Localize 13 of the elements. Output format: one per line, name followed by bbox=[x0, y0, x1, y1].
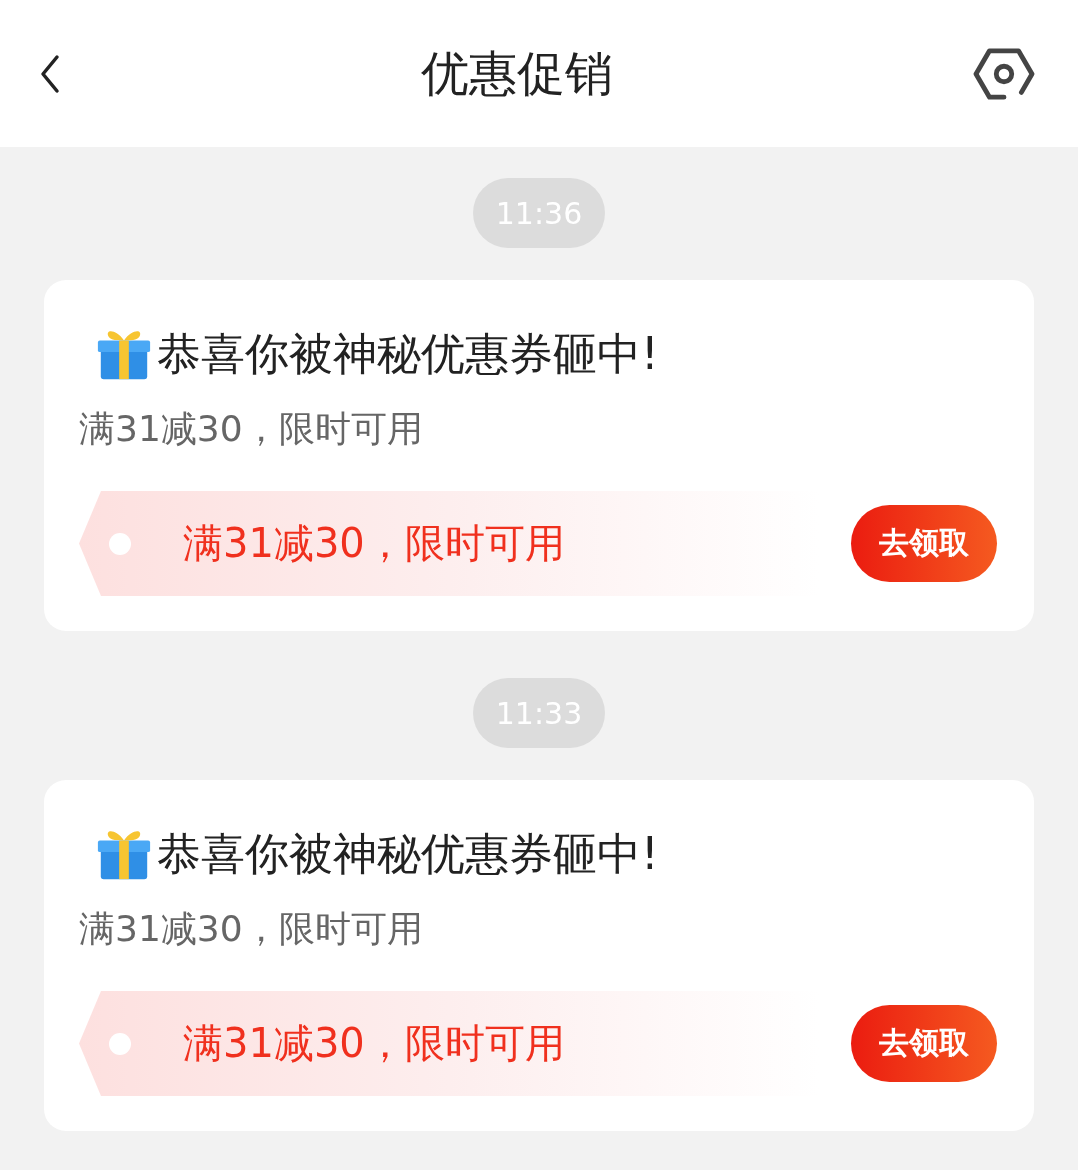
hole-dot bbox=[109, 532, 131, 555]
page-title: 优惠促销 bbox=[420, 43, 613, 103]
message-text: 满31减30，限时可用 bbox=[79, 407, 424, 451]
coupon-text: 满31减30，限时可用 bbox=[183, 1019, 565, 1068]
back-icon[interactable] bbox=[40, 53, 60, 94]
hole-dot bbox=[109, 1032, 131, 1055]
message-text: 满31减30，限时可用 bbox=[79, 907, 424, 951]
claim-button[interactable]: 去领取 bbox=[851, 505, 997, 582]
coupon-text: 满31减30，限时可用 bbox=[183, 519, 565, 568]
settings-icon[interactable] bbox=[973, 45, 1035, 102]
claim-button[interactable]: 去领取 bbox=[851, 1005, 997, 1082]
message-title: 恭喜你被神秘优惠券砸中! bbox=[157, 326, 659, 381]
message-title: 恭喜你被神秘优惠券砸中! bbox=[157, 826, 659, 881]
